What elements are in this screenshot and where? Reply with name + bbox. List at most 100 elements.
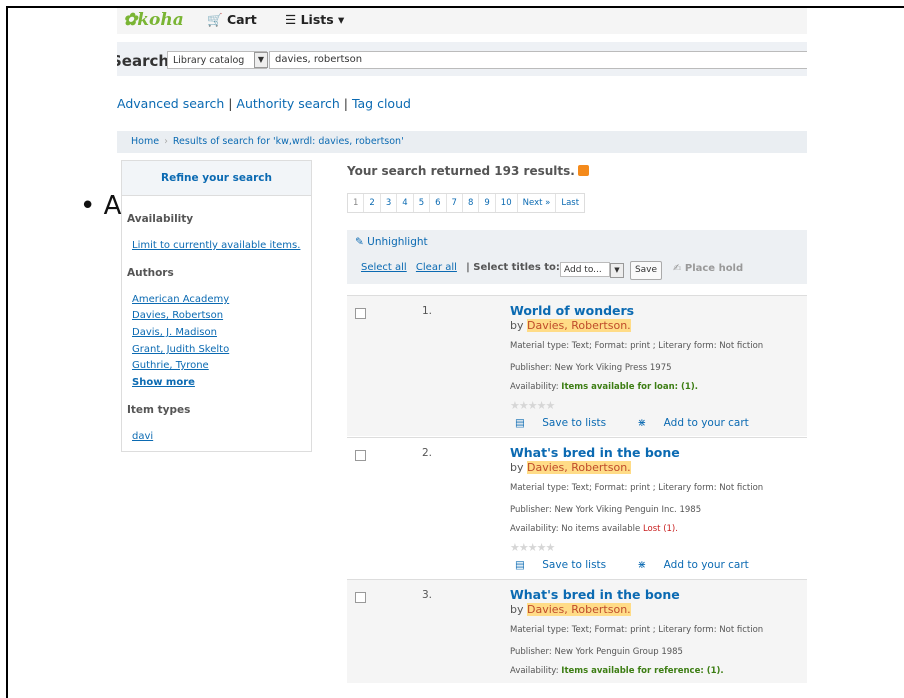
author-facet-link[interactable]: Guthrie, Tyrone (132, 360, 209, 371)
refine-sidebar: Refine your search Availability Limit to… (121, 160, 312, 452)
select-all-link[interactable]: Select all (361, 262, 407, 273)
page-link[interactable]: 4 (397, 194, 414, 212)
page-link[interactable]: 7 (447, 194, 463, 212)
breadcrumb: Home › Results of search for 'kw,wrdl: dav… (117, 131, 807, 153)
result-author-line: by Davies, Robertson. (510, 461, 631, 474)
last-page-link[interactable]: Last (556, 194, 584, 212)
chevron-down-icon: ▾ (338, 12, 345, 27)
author-facet-link[interactable]: Davies, Robertson (132, 310, 223, 321)
save-button[interactable]: Save (630, 261, 662, 280)
authors-heading: Authors (127, 267, 174, 279)
result-title[interactable]: What's bred in the bone (510, 445, 680, 460)
pencil-icon: ✎ (355, 236, 364, 248)
list-icon: ▤ (515, 417, 525, 429)
result-row: 1. World of wonders by Davies, Robertson… (347, 295, 807, 436)
availability: Availability: Items available for refere… (510, 666, 724, 676)
search-scope-select[interactable]: Library catalog (167, 51, 267, 69)
refine-heading[interactable]: Refine your search (122, 161, 311, 196)
search-links: Advanced search | Authority search | Tag… (117, 96, 411, 111)
page-link[interactable]: 3 (381, 194, 398, 212)
author-facet-link[interactable]: Davis, J. Madison (132, 327, 217, 338)
author-link[interactable]: Davies, Robertson. (527, 603, 631, 616)
result-actions: ▤ Save to lists ⋇ Add to your cart (515, 417, 777, 429)
material-type: Material type: Text; Format: print ; Lit… (510, 625, 764, 635)
publisher: Publisher: New York Viking Press 1975 (510, 363, 672, 373)
save-to-lists-button[interactable]: ▤ Save to lists (515, 559, 620, 571)
leaf-icon: ✿ (123, 10, 138, 30)
result-checkbox[interactable] (355, 450, 366, 461)
next-page-link[interactable]: Next » (518, 194, 557, 212)
page-link: 1 (348, 194, 365, 212)
add-to-cart-button[interactable]: ⋇ Add to your cart (638, 417, 763, 429)
search-input[interactable]: davies, robertson (269, 51, 807, 69)
dropdown-arrow-icon[interactable]: ▼ (254, 52, 268, 68)
publisher: Publisher: New York Penguin Group 1985 (510, 647, 683, 657)
select-titles-label: | Select titles to: (466, 262, 560, 273)
availability-heading: Availability (127, 213, 194, 225)
result-checkbox[interactable] (355, 308, 366, 319)
page-link[interactable]: 9 (479, 194, 496, 212)
authority-search-link[interactable]: Authority search (236, 96, 339, 111)
search-bar: Search Library catalog ▼ davies, roberts… (117, 42, 807, 76)
result-number: 2. (422, 447, 433, 459)
breadcrumb-arrow-icon: › (164, 136, 168, 147)
result-title[interactable]: What's bred in the bone (510, 587, 680, 602)
page-link[interactable]: 10 (496, 194, 518, 212)
add-to-cart-button[interactable]: ⋇ Add to your cart (638, 559, 763, 571)
author-link[interactable]: Davies, Robertson. (527, 319, 631, 332)
page-link[interactable]: 6 (430, 194, 447, 212)
lists-menu[interactable]: ☰ Lists ▾ (285, 12, 344, 27)
separator: | (339, 96, 352, 111)
result-actions: ▤ Save to lists ⋇ Add to your cart (515, 559, 777, 571)
cart-button[interactable]: 🛒 Cart (207, 12, 257, 28)
advanced-search-link[interactable]: Advanced search (117, 96, 224, 111)
show-more-link[interactable]: Show more (132, 377, 195, 388)
clear-all-link[interactable]: Clear all (416, 262, 457, 273)
result-number: 3. (422, 589, 433, 601)
author-link[interactable]: Davies, Robertson. (527, 461, 631, 474)
place-hold-button[interactable]: ✍ Place hold (673, 263, 743, 274)
result-title[interactable]: World of wonders (510, 303, 634, 318)
pagination: 1 2 3 4 5 6 7 8 9 10 Next » Last (347, 193, 586, 213)
breadcrumb-current[interactable]: Results of search for 'kw,wrdl: davies, … (173, 136, 404, 147)
results-toolbar: ✎ Unhighlight Select all Clear all | Sel… (347, 230, 807, 284)
result-author-line: by Davies, Robertson. (510, 319, 631, 332)
add-to-select[interactable]: Add to... (560, 262, 610, 277)
search-label: Search (117, 52, 170, 70)
breadcrumb-home[interactable]: Home (131, 136, 159, 147)
page-link[interactable]: 5 (414, 194, 431, 212)
result-row: 2. What's bred in the bone by Davies, Ro… (347, 437, 807, 578)
material-type: Material type: Text; Format: print ; Lit… (510, 341, 764, 351)
slide-bullet-text: • A (80, 191, 122, 221)
save-to-lists-button[interactable]: ▤ Save to lists (515, 417, 620, 429)
cart-icon: 🛒 (207, 12, 223, 27)
item-type-link[interactable]: davi (132, 431, 153, 442)
unhighlight-button[interactable]: ✎ Unhighlight (355, 236, 428, 248)
rss-icon[interactable] (577, 165, 589, 176)
list-icon: ▤ (515, 559, 525, 571)
author-facet-link[interactable]: American Academy (132, 294, 229, 305)
selection-controls: Select all Clear all | Select titles to: (361, 262, 560, 273)
rating-stars-icon[interactable]: ★★★★★ (510, 541, 555, 554)
availability: Availability: No items available Lost (1… (510, 524, 678, 534)
result-number: 1. (422, 305, 433, 317)
result-checkbox[interactable] (355, 592, 366, 603)
page-link[interactable]: 8 (463, 194, 480, 212)
rating-stars-icon[interactable]: ★★★★★ (510, 399, 555, 412)
koha-logo[interactable]: ✿koha (123, 10, 184, 30)
list-icon: ☰ (285, 12, 297, 27)
top-navbar: ✿koha 🛒 Cart ☰ Lists ▾ (117, 8, 807, 34)
tag-cloud-link[interactable]: Tag cloud (352, 96, 411, 111)
publisher: Publisher: New York Viking Penguin Inc. … (510, 505, 702, 515)
item-types-heading: Item types (127, 404, 191, 416)
dropdown-arrow-icon[interactable]: ▼ (610, 263, 624, 278)
result-row: 3. What's bred in the bone by Davies, Ro… (347, 579, 807, 683)
cart-icon: ⋇ (637, 559, 647, 571)
author-facet-link[interactable]: Grant, Judith Skelto (132, 344, 229, 355)
cart-icon: ⋇ (637, 417, 647, 429)
limit-available-link[interactable]: Limit to currently available items. (132, 240, 300, 251)
separator: | (224, 96, 237, 111)
screenshot-area: ✿koha 🛒 Cart ☰ Lists ▾ Search Library ca… (117, 0, 807, 683)
material-type: Material type: Text; Format: print ; Lit… (510, 483, 764, 493)
page-link[interactable]: 2 (364, 194, 381, 212)
